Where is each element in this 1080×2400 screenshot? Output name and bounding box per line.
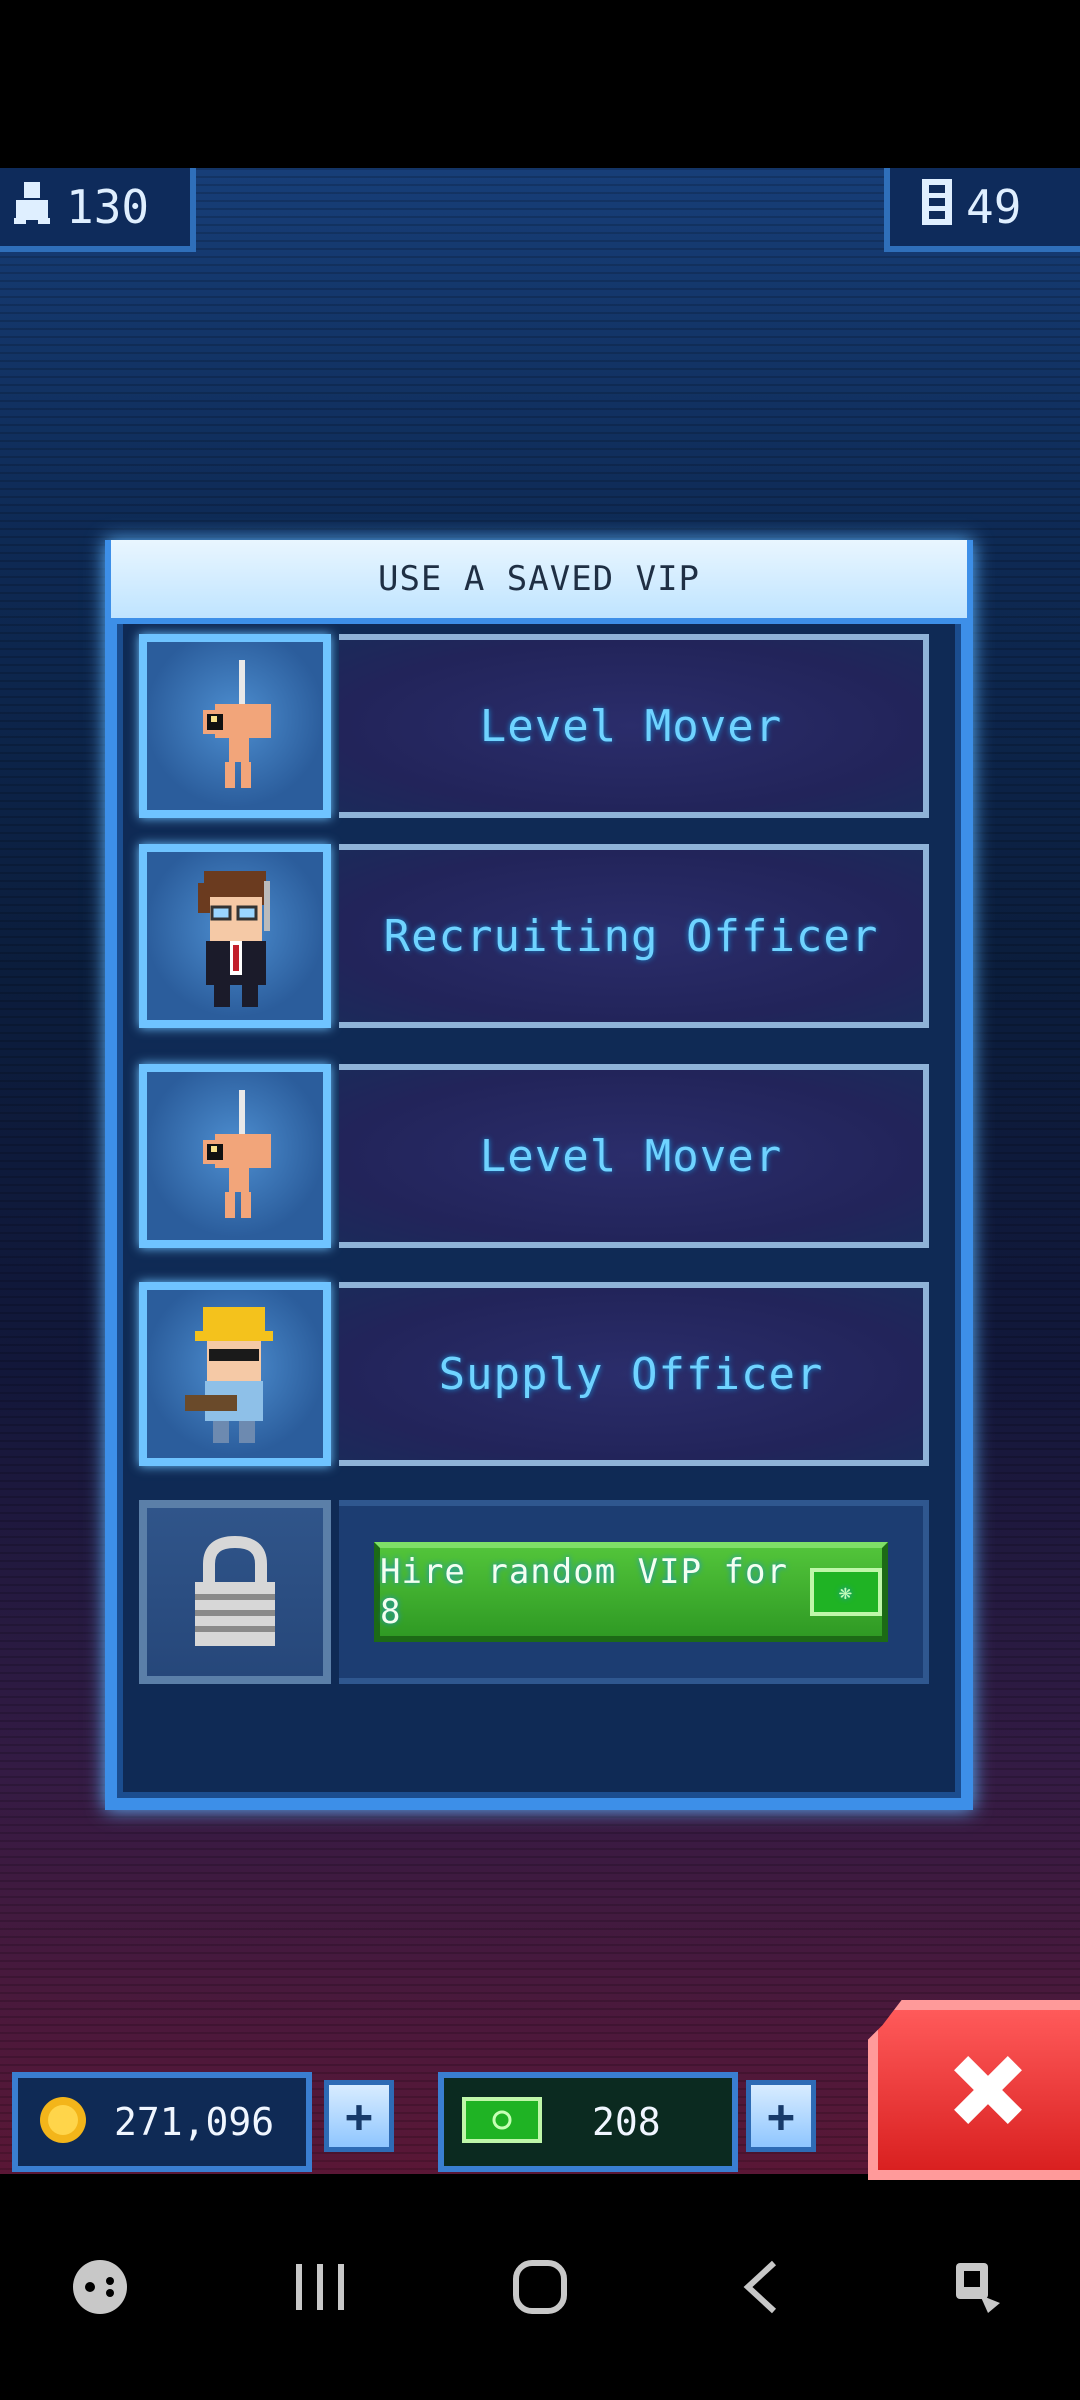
close-icon <box>954 2056 1022 2124</box>
vip-name: Supply Officer <box>339 1282 929 1466</box>
coins-value: 271,096 <box>114 2100 275 2144</box>
vip-row-1[interactable]: Level Mover <box>139 634 929 818</box>
hire-button-container: Hire random VIP for 8 ❋ <box>339 1500 929 1684</box>
screen-lock-touch-icon[interactable] <box>920 2257 1040 2317</box>
coin-icon <box>38 2095 88 2149</box>
recent-apps-icon[interactable] <box>260 2262 380 2312</box>
tower-bux-icon: ❋ <box>809 1568 882 1616</box>
buy-coins-button[interactable]: + <box>324 2080 394 2152</box>
recruiting-officer-portrait-icon <box>139 844 331 1028</box>
saved-vip-dialog: USE A SAVED VIP Level Mover Recruiting O… <box>105 540 973 1810</box>
level-mover-portrait-icon <box>139 634 331 818</box>
game-launcher-icon[interactable] <box>40 2257 160 2317</box>
floors-icon <box>920 177 954 238</box>
level-mover-portrait-icon <box>139 1064 331 1248</box>
vip-row-2[interactable]: Recruiting Officer <box>139 844 929 1028</box>
buy-bux-button[interactable]: + <box>746 2080 816 2152</box>
system-nav-bar <box>0 2174 1080 2400</box>
floors-value: 49 <box>966 180 1022 234</box>
back-icon[interactable] <box>700 2257 820 2317</box>
vip-row-3[interactable]: Level Mover <box>139 1064 929 1248</box>
home-icon[interactable] <box>480 2257 600 2317</box>
floors-counter: 49 <box>884 168 1080 252</box>
supply-officer-portrait-icon <box>139 1282 331 1466</box>
bux-display: 208 <box>438 2072 738 2172</box>
person-icon <box>10 180 54 235</box>
tower-bux-icon <box>462 2097 542 2147</box>
coins-display: 271,096 <box>12 2072 312 2172</box>
bux-value: 208 <box>592 2100 661 2144</box>
population-counter: 130 <box>0 168 196 252</box>
padlock-icon <box>139 1500 331 1684</box>
vip-row-4[interactable]: Supply Officer <box>139 1282 929 1466</box>
vip-name: Recruiting Officer <box>339 844 929 1028</box>
game-screen: 130 49 USE A SAVED VIP Level Mover Recru… <box>0 168 1080 2174</box>
population-value: 130 <box>66 180 150 234</box>
vip-name: Level Mover <box>339 634 929 818</box>
close-dialog-button[interactable] <box>868 2000 1080 2180</box>
hire-button-label: Hire random VIP for 8 <box>380 1552 788 1632</box>
vip-name: Level Mover <box>339 1064 929 1248</box>
hire-random-vip-button[interactable]: Hire random VIP for 8 ❋ <box>374 1542 888 1642</box>
dialog-title: USE A SAVED VIP <box>111 540 967 624</box>
hire-random-vip-row: Hire random VIP for 8 ❋ <box>139 1500 929 1684</box>
